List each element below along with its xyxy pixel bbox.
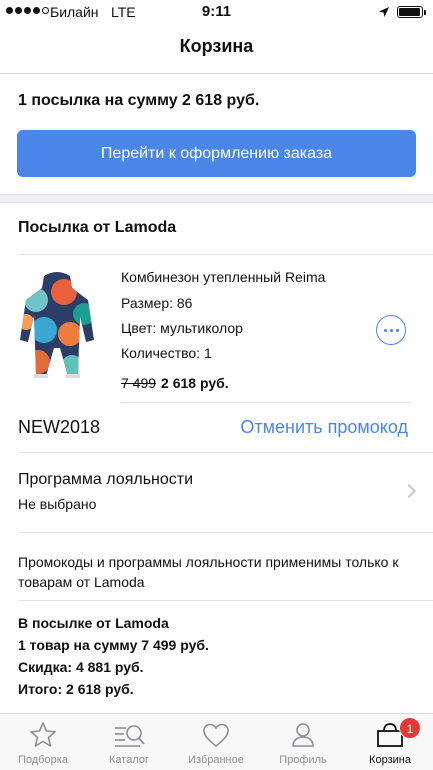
totals-discount: Скидка: 4 881 руб. bbox=[18, 659, 144, 675]
catalog-search-icon bbox=[115, 725, 145, 747]
product-price: 7 499 2 618 руб. bbox=[121, 375, 229, 391]
section-divider bbox=[0, 194, 433, 203]
profile-icon bbox=[292, 723, 314, 747]
divider bbox=[18, 452, 433, 453]
divider bbox=[18, 254, 433, 255]
divider bbox=[18, 600, 433, 601]
parcel-title: Посылка от Lamoda bbox=[18, 219, 177, 236]
old-price: 7 499 bbox=[121, 375, 157, 391]
loyalty-value: Не выбрано bbox=[18, 496, 97, 512]
product-size: Размер: 86 bbox=[121, 295, 193, 311]
product-name[interactable]: Комбинезон утепленный Reima bbox=[121, 269, 325, 285]
tab-podborka[interactable]: Подборка bbox=[0, 714, 86, 770]
page-title: Корзина bbox=[179, 36, 254, 56]
product-quantity: Количество: 1 bbox=[121, 345, 212, 361]
tab-label: Подборка bbox=[18, 754, 68, 766]
more-dots-icon[interactable] bbox=[376, 315, 406, 345]
status-bar: Билайн LTE 9:11 bbox=[0, 0, 433, 24]
chevron-right-icon bbox=[401, 483, 417, 499]
star-icon bbox=[30, 722, 56, 747]
divider bbox=[18, 532, 433, 533]
divider bbox=[121, 402, 411, 403]
clock: 9:11 bbox=[201, 3, 232, 20]
battery-icon bbox=[397, 6, 426, 18]
header-divider bbox=[0, 73, 433, 74]
checkout-button[interactable]: Перейти к оформлению заказа bbox=[17, 130, 416, 177]
parcel-totals: В посылке от Lamoda 1 товар на сумму 7 4… bbox=[18, 612, 209, 700]
cart-count-badge: 1 bbox=[399, 717, 421, 739]
promo-code: NEW2018 bbox=[18, 417, 101, 437]
kids-snowsuit-image[interactable] bbox=[14, 270, 100, 390]
tab-profil[interactable]: Профиль bbox=[260, 714, 346, 770]
order-summary-text: 1 посылка на сумму 2 618 руб. bbox=[18, 92, 260, 109]
tab-label: Корзина bbox=[369, 754, 411, 766]
totals-items: 1 товар на сумму 7 499 руб. bbox=[18, 637, 209, 653]
tab-label: Избранное bbox=[188, 754, 244, 766]
loyalty-title: Программа лояльности bbox=[18, 471, 194, 488]
heart-icon bbox=[203, 723, 229, 748]
tab-label: Каталог bbox=[109, 754, 149, 766]
tab-korzina[interactable]: 1 Корзина bbox=[347, 714, 433, 770]
totals-total: Итого: 2 618 руб. bbox=[18, 681, 134, 697]
promo-note: Промокоды и программы лояльности примени… bbox=[18, 554, 399, 590]
tab-izbrannoe[interactable]: Избранное bbox=[173, 714, 259, 770]
location-arrow-icon bbox=[378, 5, 390, 21]
product-color: Цвет: мультиколор bbox=[121, 320, 243, 336]
totals-heading: В посылке от Lamoda bbox=[18, 615, 169, 631]
cancel-promo-button[interactable]: Отменить промокод bbox=[240, 417, 408, 438]
tab-bar: Подборка Каталог Избранное Профиль 1 Кор… bbox=[0, 713, 433, 770]
tab-katalog[interactable]: Каталог bbox=[86, 714, 172, 770]
tab-label: Профиль bbox=[279, 754, 327, 766]
new-price: 2 618 руб. bbox=[161, 375, 229, 391]
